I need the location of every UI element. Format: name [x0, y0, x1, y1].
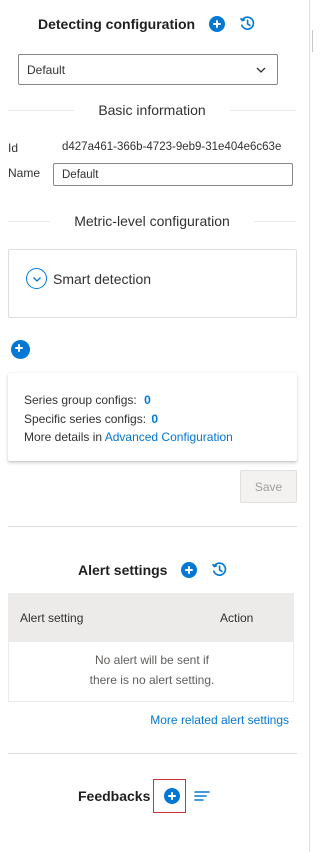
- specific-series-label: Specific series configs:: [24, 411, 147, 426]
- history-icon: [212, 562, 227, 576]
- divider-line: [229, 109, 297, 111]
- history-icon: [240, 16, 255, 30]
- name-label: Name: [8, 166, 41, 180]
- metric-level-heading: Metric-level configuration: [74, 213, 230, 229]
- series-group-row: Series group configs: 0: [24, 391, 281, 410]
- table-header: Alert setting Action: [9, 594, 293, 642]
- divider-line: [8, 109, 75, 111]
- alert-settings-header: Alert settings: [78, 561, 228, 578]
- feedback-list-button[interactable]: [194, 789, 211, 803]
- side-panel: Detecting configuration Default Basic in…: [0, 0, 306, 852]
- specific-series-row: Specific series configs: 0: [24, 410, 281, 429]
- alert-settings-table: Alert setting Action No alert will be se…: [8, 593, 294, 702]
- feedbacks-header: Feedbacks: [78, 788, 211, 804]
- add-metric-config-button[interactable]: [11, 340, 30, 359]
- add-circle-icon: [181, 561, 198, 578]
- specific-series-count[interactable]: 0: [151, 412, 158, 426]
- detecting-config-title: Detecting configuration: [38, 15, 196, 32]
- details-row: More details in Advanced Configuration: [24, 428, 281, 447]
- section-divider: [8, 753, 297, 754]
- metric-level-divider: Metric-level configuration: [8, 211, 296, 231]
- list-icon: [194, 791, 211, 801]
- panel-edge-mark: [312, 30, 313, 52]
- empty-state: No alert will be sent if there is no ale…: [9, 650, 295, 690]
- chevron-down-icon: [256, 67, 266, 73]
- name-input[interactable]: [53, 163, 293, 186]
- config-summary-card: Series group configs: 0 Specific series …: [8, 373, 297, 461]
- alert-settings-title: Alert settings: [78, 561, 168, 578]
- id-value: d427a461-366b-4723-9eb9-31e404e6c63e: [62, 141, 282, 153]
- detecting-config-header: Detecting configuration: [38, 15, 256, 32]
- details-prefix: More details in: [24, 430, 103, 444]
- add-alert-button[interactable]: [181, 561, 198, 578]
- basic-info-divider: Basic information: [8, 100, 297, 120]
- basic-info-heading: Basic information: [98, 102, 206, 118]
- column-header-alert-setting: Alert setting: [20, 611, 84, 625]
- add-circle-icon: [11, 340, 30, 359]
- add-config-button[interactable]: [209, 15, 226, 32]
- smart-detection-toggle[interactable]: Smart detection: [26, 268, 151, 289]
- config-history-button[interactable]: [239, 15, 256, 32]
- column-header-action: Action: [220, 611, 254, 625]
- save-button[interactable]: Save: [240, 470, 297, 503]
- collapse-chevron-icon: [26, 268, 47, 289]
- add-circle-icon: [209, 15, 226, 32]
- id-label: Id: [8, 141, 19, 155]
- series-group-count[interactable]: 0: [144, 393, 151, 407]
- advanced-configuration-link[interactable]: Advanced Configuration: [105, 430, 233, 444]
- empty-state-line: there is no alert setting.: [89, 673, 215, 687]
- highlight-box: [153, 779, 186, 813]
- panel-border: [309, 0, 310, 852]
- smart-detection-card: Smart detection: [8, 249, 297, 318]
- smart-detection-label: Smart detection: [53, 270, 152, 287]
- config-select[interactable]: Default: [18, 54, 278, 85]
- empty-state-line: No alert will be sent if: [94, 653, 210, 667]
- alert-history-button[interactable]: [211, 561, 228, 578]
- feedbacks-title: Feedbacks: [78, 788, 151, 804]
- divider-line: [8, 220, 51, 222]
- section-divider: [8, 526, 297, 527]
- more-alert-settings-link[interactable]: More related alert settings: [150, 713, 289, 727]
- divider-line: [253, 220, 296, 222]
- config-select-value: Default: [27, 62, 66, 77]
- series-group-label: Series group configs:: [24, 393, 137, 407]
